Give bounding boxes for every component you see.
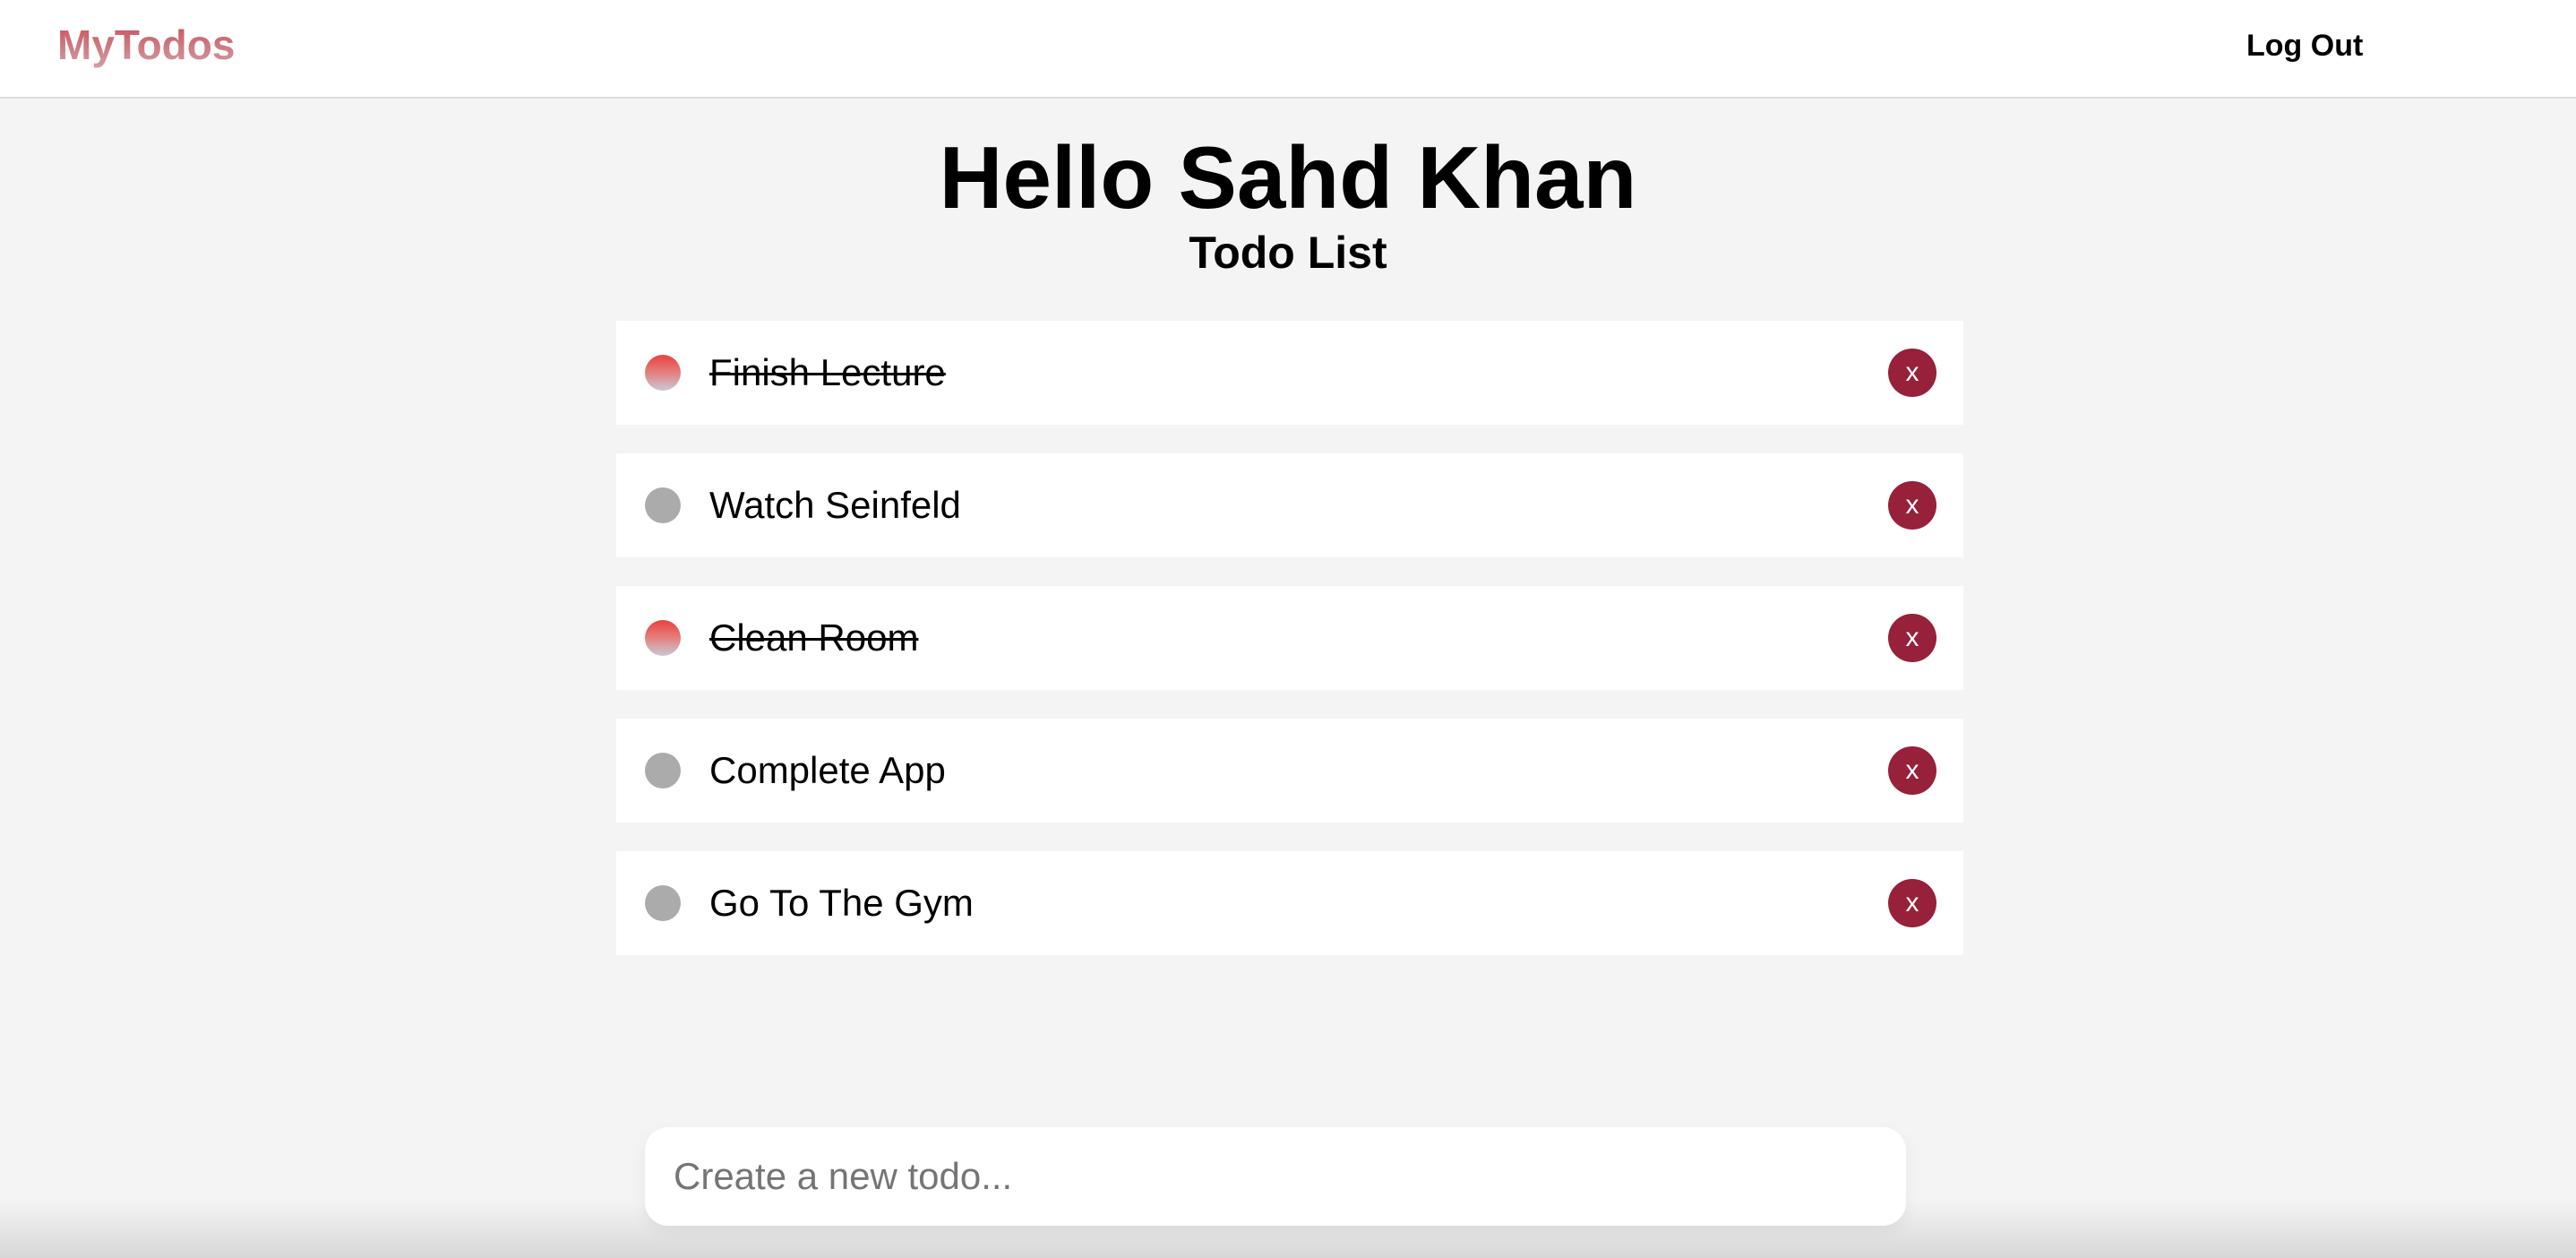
todo-item: Complete App x bbox=[616, 719, 1963, 823]
page-title: Hello Sahd Khan bbox=[939, 128, 1637, 227]
todo-item: Finish Lecture x bbox=[616, 321, 1963, 425]
complete-toggle[interactable] bbox=[645, 753, 681, 788]
todo-text: Complete App bbox=[709, 749, 946, 791]
brand-logo[interactable]: MyTodos bbox=[57, 18, 235, 72]
logout-button[interactable]: Log Out bbox=[2246, 25, 2363, 66]
todo-list: Finish Lecture x Watch Seinfeld x Clean … bbox=[616, 321, 1963, 984]
todo-text: Finish Lecture bbox=[709, 351, 946, 393]
list-title: Todo List bbox=[1189, 228, 1387, 278]
todo-text: Watch Seinfeld bbox=[709, 484, 961, 526]
todo-item: Watch Seinfeld x bbox=[616, 453, 1963, 557]
new-todo-input[interactable] bbox=[645, 1127, 1906, 1226]
delete-button[interactable]: x bbox=[1888, 879, 1936, 927]
delete-button[interactable]: x bbox=[1888, 614, 1936, 662]
delete-button[interactable]: x bbox=[1888, 746, 1936, 795]
complete-toggle[interactable] bbox=[645, 620, 681, 656]
todo-text: Go To The Gym bbox=[709, 882, 974, 924]
navbar: MyTodos Log Out bbox=[0, 0, 2576, 99]
complete-toggle[interactable] bbox=[645, 355, 681, 391]
todo-text: Clean Room bbox=[709, 616, 919, 659]
delete-button[interactable]: x bbox=[1888, 349, 1936, 397]
todo-item: Go To The Gym x bbox=[616, 851, 1963, 955]
complete-toggle[interactable] bbox=[645, 885, 681, 921]
delete-button[interactable]: x bbox=[1888, 481, 1936, 530]
complete-toggle[interactable] bbox=[645, 487, 681, 523]
todo-item: Clean Room x bbox=[616, 586, 1963, 690]
